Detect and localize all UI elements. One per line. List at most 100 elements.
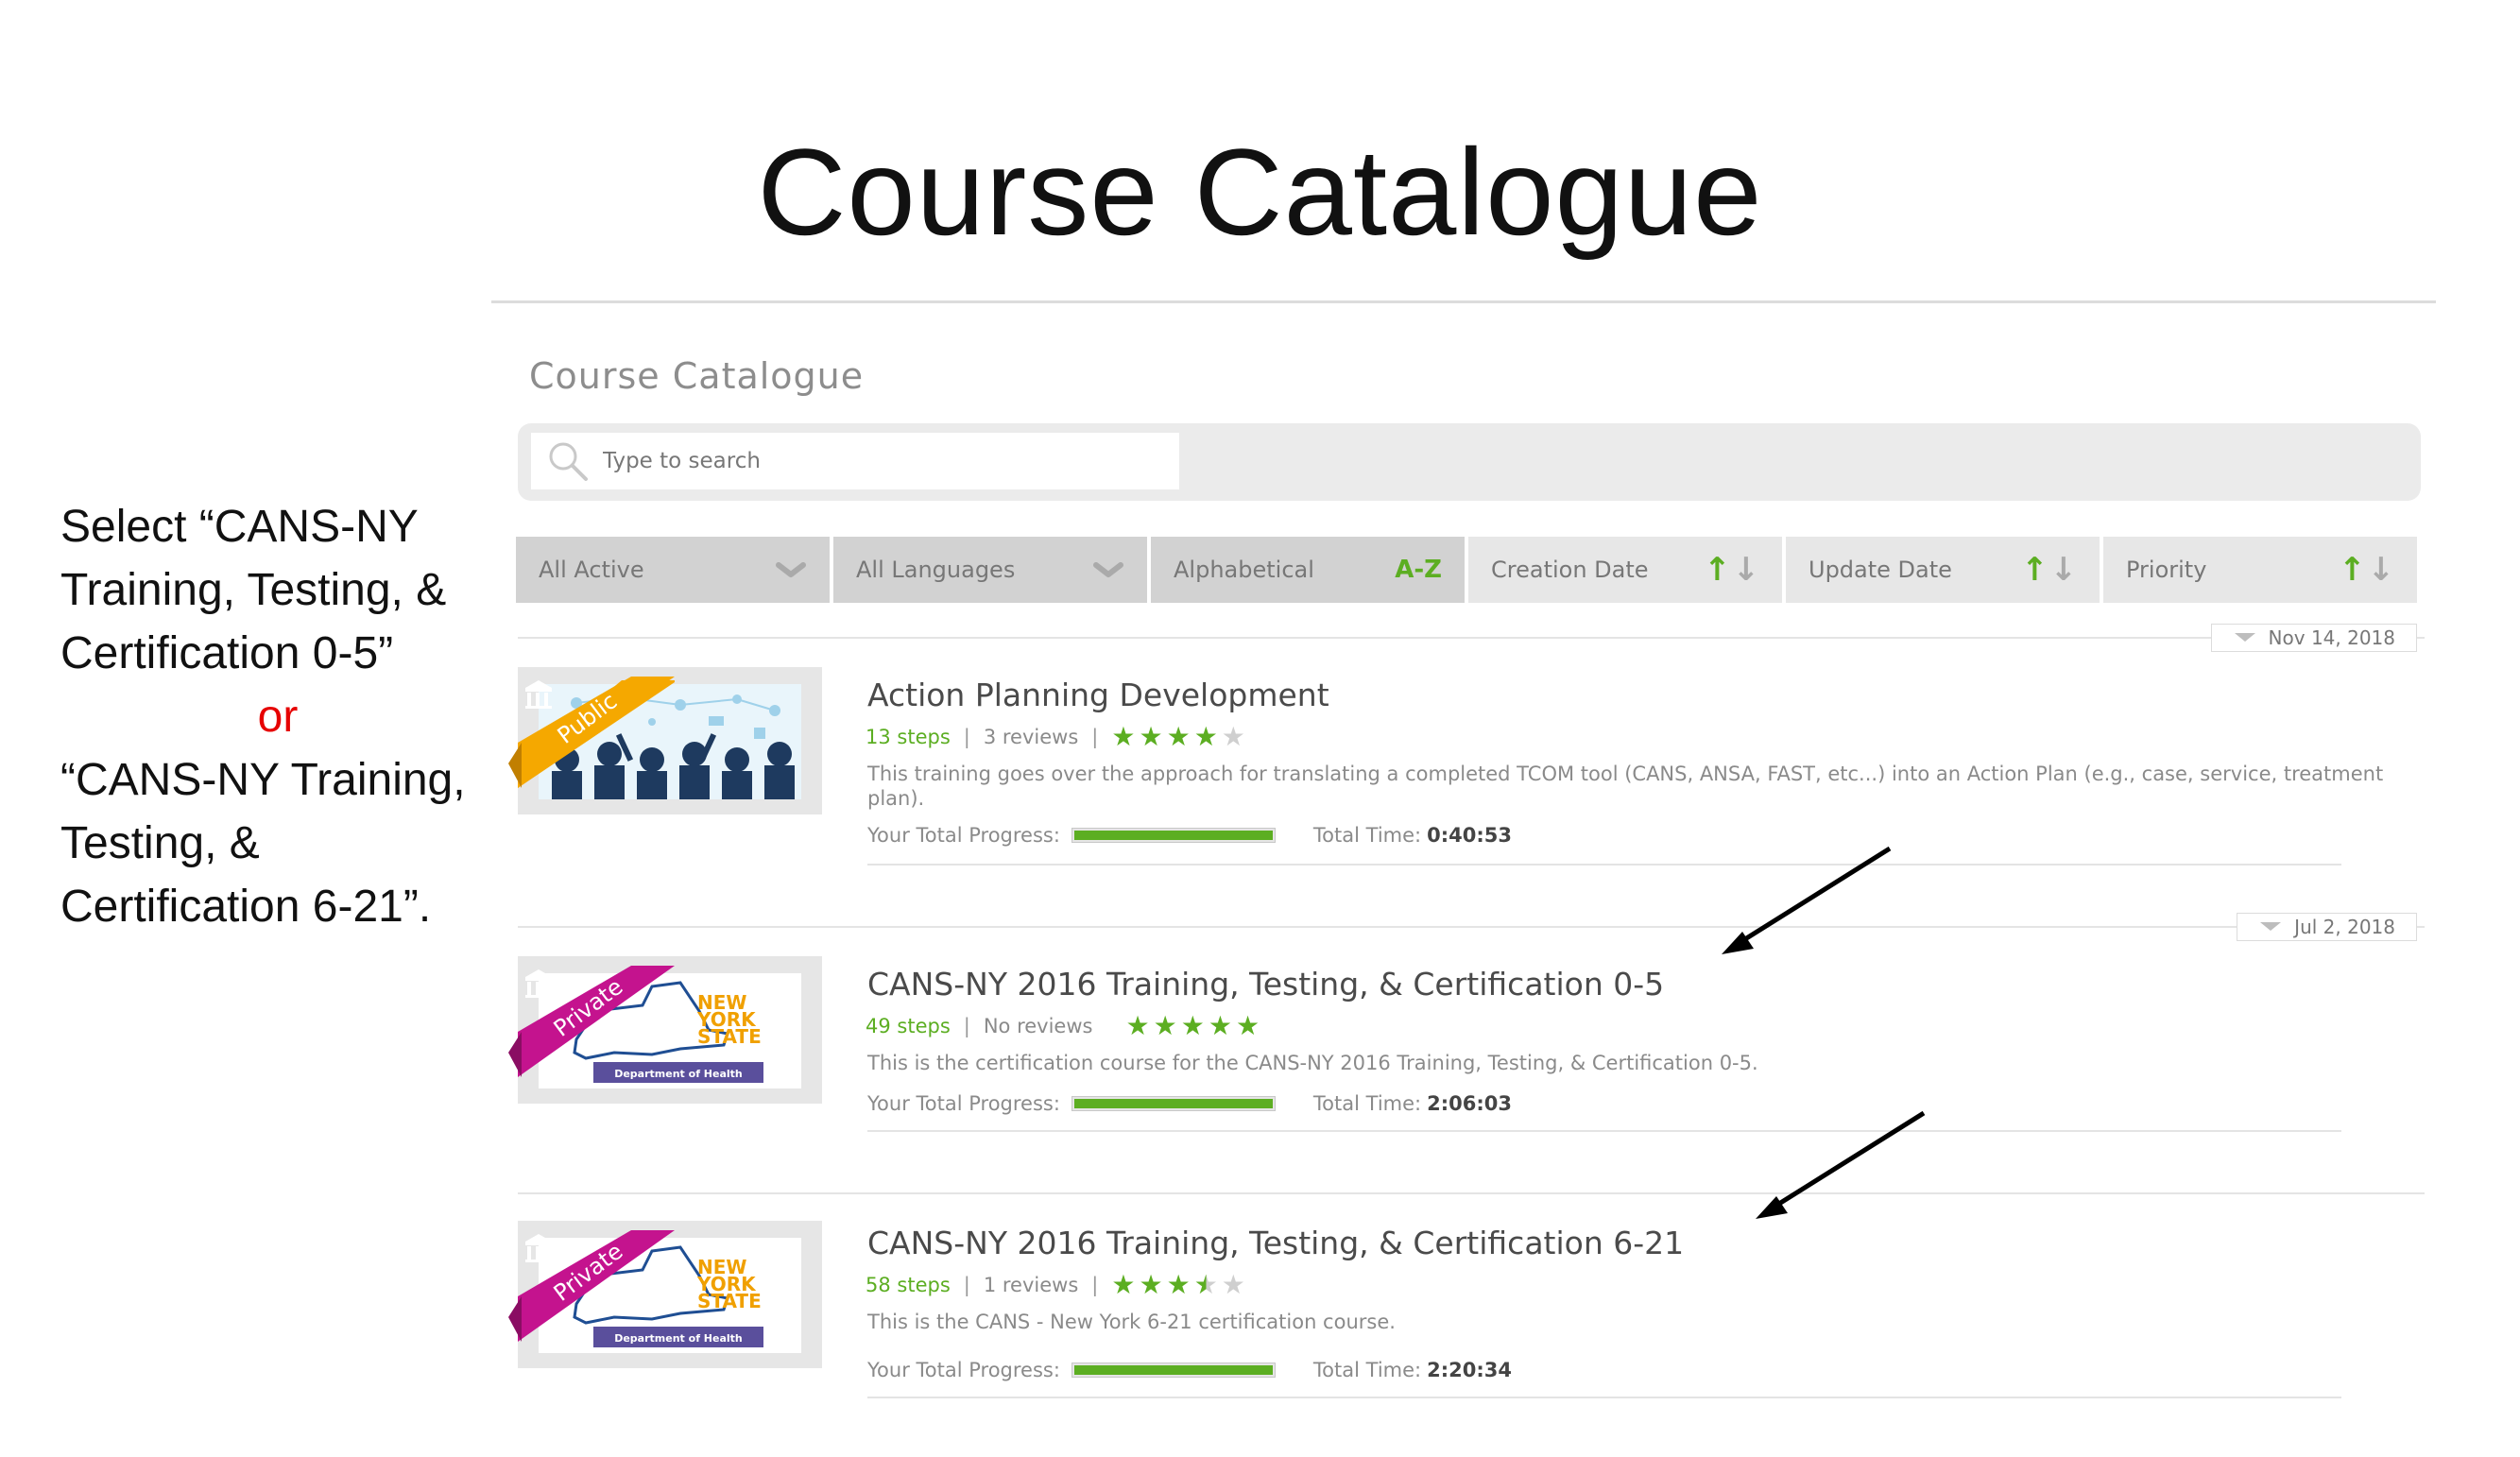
sort-priority-button[interactable]: Priority ↑ ↓ [2103,537,2417,603]
total-time-value: 2:20:34 [1427,1359,1512,1381]
date-tag: Nov 14, 2018 [2210,624,2417,652]
sort-creation-date-button[interactable]: Creation Date ↑ ↓ [1468,537,1782,603]
instructions-text: Select “CANS-NY Training, Testing, & Cer… [60,495,495,938]
course-meta: 58 steps | 1 reviews | ★ ★ ★ ★ ★ [866,1269,1245,1300]
star-icon: ★ [1153,1010,1177,1041]
date-tag: Jul 2, 2018 [2237,913,2417,941]
progress-label: Your Total Progress: [867,1092,1060,1115]
row-divider [867,864,2341,866]
sort-priority-label: Priority [2126,557,2207,583]
slide-title: Course Catalogue [757,123,1763,261]
sort-creation-date-label: Creation Date [1491,557,1649,583]
date-divider [518,926,2425,928]
sort-update-date-button[interactable]: Update Date ↑ ↓ [1786,537,2100,603]
row-separator [518,1192,2425,1194]
total-time-label: Total Time: [1312,824,1422,847]
star-icon: ★ [1235,1010,1260,1041]
language-filter-dropdown[interactable]: All Languages [833,537,1147,603]
star-icon: ★ [1221,1269,1245,1300]
sort-alphabetical-label: Alphabetical [1174,557,1314,583]
star-icon: ★ [1166,1269,1191,1300]
course-item[interactable]: Nov 14, 2018 Public Action Planning Deve… [508,624,2425,901]
search-icon [549,442,588,481]
reviews-count: 1 reviews [983,1274,1079,1296]
status-filter-dropdown[interactable]: All Active [516,537,830,603]
rating-stars: ★ ★ ★ ★ ★ [1111,724,1245,750]
steps-count: 13 steps [866,726,951,748]
rating-stars: ★ ★ ★ ★ ★ [1126,1013,1260,1039]
progress-fill [1073,1099,1273,1108]
total-time-value: 0:40:53 [1427,824,1512,847]
sort-arrows-icon: ↑ ↓ [2339,551,2394,589]
az-indicator: A-Z [1395,556,1442,584]
progress-row: Your Total Progress: Total Time: 0:40:53 [867,824,1512,847]
steps-count: 58 steps [866,1274,951,1296]
star-icon: ★ [1139,1269,1163,1300]
reviews-count: 3 reviews [983,726,1079,748]
total-time-label: Total Time: [1312,1092,1422,1115]
progress-row: Your Total Progress: Total Time: 2:20:34 [867,1359,1512,1381]
course-thumbnail[interactable]: NEW YORK STATE Department of Health Priv… [508,1221,822,1368]
instruction-or: or [257,692,299,742]
star-icon: ★ [1166,721,1191,752]
chevron-down-icon [776,562,806,577]
progress-bar [1071,828,1276,843]
course-description: This is the CANS - New York 6-21 certifi… [867,1311,1396,1333]
instruction-option-1: Select “CANS-NY Training, Testing, & Cer… [60,502,447,678]
nys-logo: NEW YORK STATE Department of Health [539,1238,801,1353]
progress-label: Your Total Progress: [867,1359,1060,1381]
sort-update-date-label: Update Date [1809,557,1952,583]
reviews-count: No reviews [983,1015,1093,1037]
course-thumbnail[interactable]: NEW YORK STATE Department of Health Priv… [508,956,822,1104]
star-icon: ★ [1221,721,1245,752]
search-input[interactable] [601,448,1162,474]
date-divider [518,637,2425,639]
course-thumbnail[interactable]: Public [508,667,822,814]
rating-stars: ★ ★ ★ ★ ★ [1111,1272,1245,1298]
star-icon: ★ [1180,1010,1205,1041]
planning-illustration [539,684,801,799]
star-icon: ★ [1193,1269,1218,1300]
progress-row: Your Total Progress: Total Time: 2:06:03 [867,1092,1512,1115]
sort-alphabetical-button[interactable]: Alphabetical A-Z [1151,537,1465,603]
sort-arrows-icon: ↑ ↓ [1704,551,1759,589]
course-title[interactable]: Action Planning Development [867,677,1329,713]
course-meta: 49 steps | No reviews | ★★★★★ [866,1010,1260,1041]
search-box[interactable] [531,433,1179,489]
star-icon: ★ [1111,1269,1136,1300]
title-divider [491,300,2436,303]
search-bar [518,423,2421,501]
star-icon: ★ [1139,721,1163,752]
course-description: This training goes over the approach for… [867,763,2384,810]
instruction-option-2: “CANS-NY Training, Testing, & Certificat… [60,755,466,932]
sort-arrows-icon: ↑ ↓ [2021,551,2077,589]
progress-bar [1071,1096,1276,1111]
progress-fill [1073,831,1273,840]
nys-logo-line3: STATE [697,1025,762,1048]
star-icon: ★ [1111,721,1136,752]
progress-fill [1073,1365,1273,1375]
course-item[interactable]: NEW YORK STATE Department of Health Priv… [508,1192,2425,1457]
course-item[interactable]: Jul 2, 2018 NEW YORK STATE Department of… [508,913,2425,1191]
progress-bar [1071,1363,1276,1378]
row-divider [867,1397,2341,1398]
row-divider [867,1130,2341,1132]
nys-logo-dept: Department of Health [614,1068,743,1080]
star-icon: ★ [1125,1010,1150,1041]
progress-label: Your Total Progress: [867,824,1060,847]
course-title[interactable]: CANS-NY 2016 Training, Testing, & Certif… [867,1225,1684,1261]
nys-logo: NEW YORK STATE Department of Health [539,973,801,1088]
filter-bar: All Active All Languages Alphabetical A-… [516,537,2417,603]
nys-logo-dept: Department of Health [614,1332,743,1345]
star-icon: ★ [1193,721,1218,752]
language-filter-label: All Languages [856,557,1016,583]
catalogue-heading: Course Catalogue [529,355,865,397]
star-icon: ★ [1208,1010,1232,1041]
steps-count: 49 steps [866,1015,951,1037]
total-time-value: 2:06:03 [1427,1092,1512,1115]
course-meta: 13 steps | 3 reviews | ★ ★ ★ ★ ★ [866,721,1245,752]
course-title[interactable]: CANS-NY 2016 Training, Testing, & Certif… [867,966,1664,1003]
status-filter-label: All Active [539,557,644,583]
nys-logo-line3: STATE [697,1290,762,1312]
chevron-down-icon [1093,562,1123,577]
